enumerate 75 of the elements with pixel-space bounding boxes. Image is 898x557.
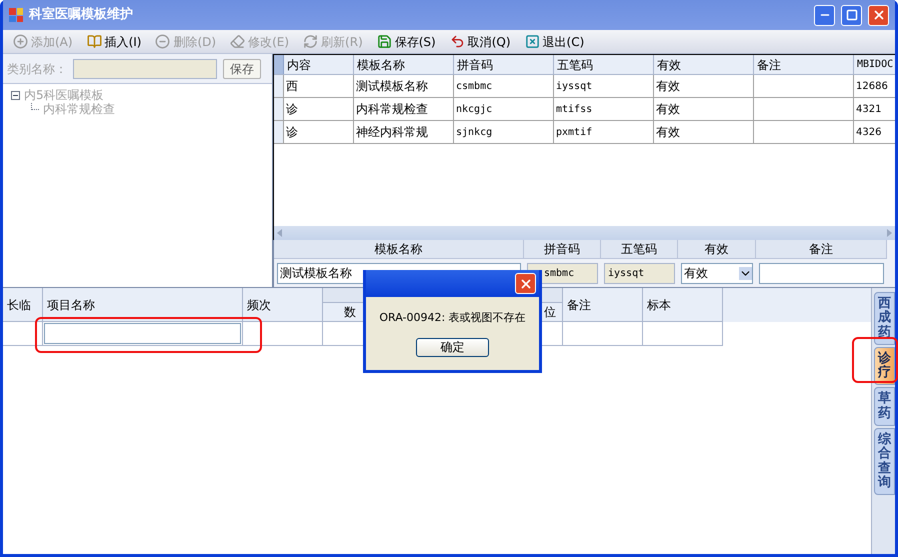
close-icon (872, 8, 886, 22)
highlight-outline (852, 337, 898, 383)
ok-button[interactable]: 确定 (416, 338, 489, 356)
plus-circle-icon (13, 34, 28, 49)
table-cell: csmbmc (454, 75, 554, 97)
table-cell: 内科常规检查 (354, 98, 454, 120)
form-column-header: 五笔码 (601, 240, 678, 259)
table-cell: nkcgjc (454, 98, 554, 120)
table-cell: 4321 (854, 98, 895, 120)
field-label: 类别名称： (7, 60, 67, 78)
column-header[interactable]: MBIDOC (854, 55, 895, 74)
item-name-field[interactable] (44, 323, 241, 344)
table-cell: 4326 (854, 121, 895, 143)
column-header[interactable]: 项目名称 (43, 288, 243, 322)
column-header[interactable]: 五笔码 (554, 55, 654, 74)
toolbar-button[interactable]: 插入(I) (86, 32, 142, 50)
tree-connector-icon (31, 102, 39, 110)
table-cell: 有效 (654, 121, 754, 143)
table-cell: mtifss (554, 98, 654, 120)
form-column-header: 模板名称 (274, 240, 524, 259)
text-field[interactable] (759, 262, 884, 284)
refresh-icon (303, 34, 318, 49)
column-header[interactable]: 有效 (654, 55, 754, 74)
notebook-icon (86, 34, 102, 49)
code-field[interactable]: iyssqt (604, 262, 675, 284)
toolbar-button[interactable]: 退出(C) (524, 32, 584, 50)
table-cell: pxmtif (554, 121, 654, 143)
validity-dropdown[interactable]: 有效 (681, 262, 753, 284)
form-column-header: 拼音码 (524, 240, 601, 259)
column-header[interactable]: 拼音码 (454, 55, 554, 74)
scroll-left-icon[interactable] (277, 229, 282, 237)
table-cell: 有效 (654, 98, 754, 120)
minimize-button[interactable] (814, 4, 835, 26)
table-cell: 西 (284, 75, 354, 97)
side-tab[interactable]: 草药 (874, 387, 895, 426)
table-cell: 测试模板名称 (354, 75, 454, 97)
error-message: ORA-00942: 表或视图不存在 (378, 310, 527, 326)
toolbar-button[interactable]: 取消(Q) (450, 32, 511, 50)
column-header[interactable]: 模板名称 (354, 55, 454, 74)
scroll-right-icon[interactable] (887, 229, 892, 237)
side-tab[interactable]: 西成药 (874, 292, 895, 345)
column-header[interactable]: 标本 (643, 288, 723, 322)
window-title: 科室医嘱模板维护 (29, 6, 134, 24)
form-column-header: 备注 (756, 240, 887, 259)
form-column-header: 有效 (678, 240, 756, 259)
table-cell: 诊 (284, 98, 354, 120)
category-name-field[interactable] (73, 58, 217, 78)
column-header[interactable]: 备注 (563, 288, 643, 322)
save-button[interactable]: 保存 (223, 58, 261, 78)
table-cell: sjnkcg (454, 121, 554, 143)
row-header-cell (274, 55, 284, 74)
undo-icon (450, 34, 465, 49)
maximize-button[interactable] (841, 4, 862, 26)
table-cell: iyssqt (554, 75, 654, 97)
column-header[interactable]: 长临 (3, 288, 43, 322)
maximize-icon (846, 9, 858, 21)
table-cell: 12686 (854, 75, 895, 97)
side-tab[interactable]: 诊疗 (874, 346, 895, 386)
collapse-icon[interactable] (11, 90, 20, 100)
column-header[interactable]: 备注 (754, 55, 854, 74)
close-button[interactable] (868, 4, 889, 26)
minus-circle-icon (155, 34, 170, 49)
app-icon (9, 8, 23, 22)
toolbar-button[interactable]: 保存(S) (376, 32, 436, 50)
table-cell: 有效 (654, 75, 754, 97)
close-box-icon (524, 34, 540, 49)
horizontal-scrollbar[interactable] (274, 226, 895, 240)
close-button[interactable] (515, 273, 536, 294)
close-icon (518, 276, 532, 290)
save-icon (376, 34, 392, 49)
column-header[interactable]: 内容 (284, 55, 354, 74)
eraser-icon (230, 34, 246, 49)
table-cell: 诊 (284, 121, 354, 143)
table-cell: 神经内科常规 (354, 121, 454, 143)
side-tab[interactable]: 综合查询 (874, 428, 895, 496)
